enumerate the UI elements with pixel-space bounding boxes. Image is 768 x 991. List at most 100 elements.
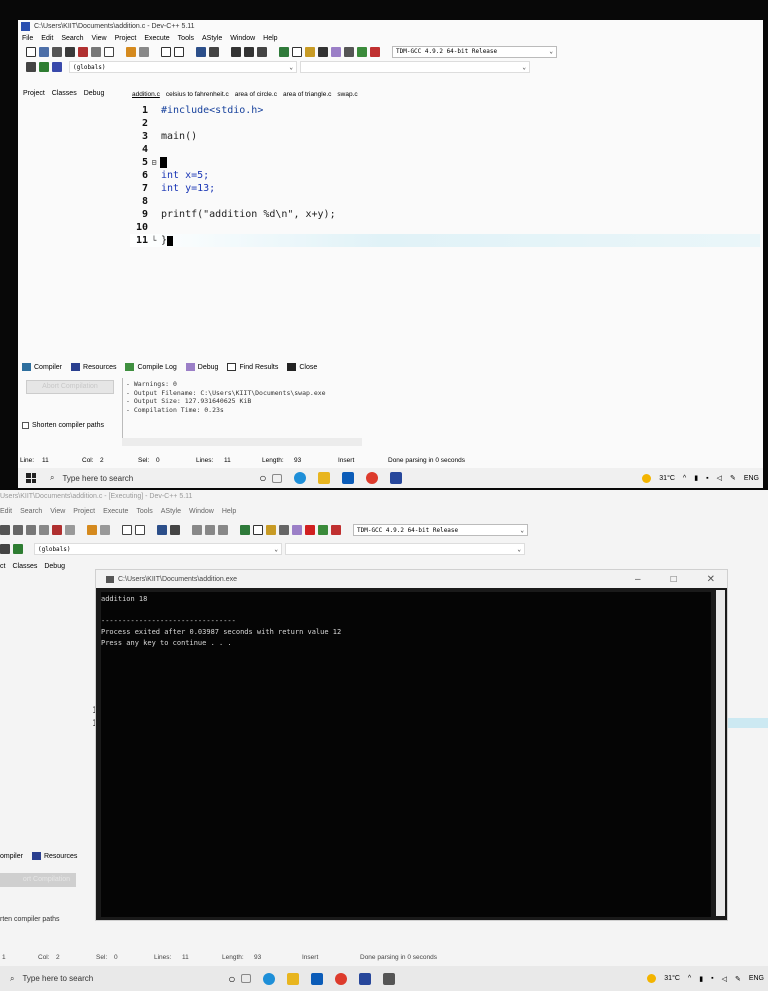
code-line[interactable]: 7 int y=13; — [130, 182, 760, 195]
maximize-icon[interactable]: □ — [671, 574, 677, 585]
new-class-icon[interactable] — [257, 46, 267, 57]
tab-debug[interactable]: Debug — [44, 563, 65, 570]
stop-execution-icon[interactable] — [305, 525, 315, 535]
tab-resources[interactable]: Resources — [44, 853, 77, 860]
toggle-bookmark-icon[interactable] — [170, 525, 180, 535]
print-icon[interactable] — [65, 525, 75, 535]
log-horizontal-scrollbar[interactable] — [122, 438, 362, 446]
compile-run-icon[interactable] — [305, 46, 315, 57]
save-all-icon[interactable] — [26, 525, 36, 535]
unindent-icon[interactable] — [205, 525, 215, 535]
profile-chart-icon[interactable] — [357, 46, 367, 57]
menu-view[interactable]: View — [50, 508, 65, 515]
open-file-icon[interactable] — [39, 46, 49, 57]
redo-icon[interactable] — [100, 525, 110, 535]
console-taskbar-icon[interactable] — [383, 972, 396, 985]
goto-line-icon[interactable] — [196, 46, 206, 57]
scope-select[interactable]: (globals) ⌄ — [69, 61, 297, 73]
stop-execution-icon[interactable] — [344, 46, 354, 57]
menu-project[interactable]: Project — [73, 508, 95, 515]
console-scrollbar[interactable] — [716, 590, 725, 916]
close-all-icon[interactable] — [91, 46, 101, 57]
devcpp-taskbar-icon[interactable] — [390, 472, 403, 484]
weather-temp[interactable]: 31°C — [659, 475, 675, 482]
code-line[interactable]: 10 — [130, 221, 760, 234]
close-file-icon[interactable] — [78, 46, 88, 57]
run-icon[interactable] — [253, 525, 263, 535]
file-tab-celsius[interactable]: celsius to fahrenheit.c — [166, 91, 229, 98]
file-tab-area-circle[interactable]: area of circle.c — [235, 91, 277, 98]
tab-debug[interactable]: Debug — [84, 90, 105, 97]
undo-icon[interactable] — [126, 46, 136, 57]
save-icon[interactable] — [52, 46, 62, 57]
insert-icon[interactable] — [0, 544, 10, 554]
code-line[interactable]: 2 — [130, 117, 760, 130]
toggle-icon[interactable] — [39, 62, 49, 72]
compiler-select[interactable]: TDM-GCC 4.9.2 64-bit Release ⌄ — [392, 45, 557, 58]
code-line[interactable]: 1 #include<stdio.h> — [130, 104, 760, 117]
file-tab-swap[interactable]: swap.c — [337, 91, 357, 98]
shorten-paths-option[interactable]: Shorten compiler paths — [22, 422, 104, 429]
print-icon[interactable] — [104, 46, 114, 57]
code-line[interactable]: 3 main() — [130, 130, 760, 143]
menu-execute[interactable]: Execute — [144, 35, 169, 42]
tab-debug-bottom[interactable]: Debug — [185, 363, 218, 371]
language-indicator[interactable]: ENG — [749, 975, 764, 982]
close-icon[interactable]: ✕ — [707, 574, 715, 585]
find-icon[interactable] — [161, 46, 171, 57]
rebuild-icon[interactable] — [318, 46, 328, 57]
menu-help[interactable]: Help — [263, 35, 277, 42]
menu-edit[interactable]: Edit — [0, 508, 12, 515]
syntax-check-icon[interactable] — [331, 46, 341, 57]
undo-icon[interactable] — [87, 525, 97, 535]
unindent-icon[interactable] — [244, 46, 254, 57]
tab-classes[interactable]: Classes — [52, 90, 77, 97]
tab-project[interactable]: ct — [0, 563, 5, 570]
menu-search[interactable]: Search — [20, 508, 42, 515]
profile-chart-icon[interactable] — [318, 525, 328, 535]
new-file-icon[interactable] — [26, 46, 36, 57]
fold-toggle-icon[interactable]: ⊟ — [148, 158, 160, 167]
replace-icon[interactable] — [174, 46, 184, 57]
save-icon[interactable] — [13, 525, 23, 535]
menu-window[interactable]: Window — [230, 35, 255, 42]
chrome-icon[interactable] — [366, 472, 379, 484]
file-tab-addition[interactable]: addition.c — [132, 91, 160, 98]
network-icon[interactable]: ▪ — [711, 975, 713, 982]
network-icon[interactable]: ▪ — [706, 475, 708, 482]
abort-compilation-button[interactable]: ort Compilation — [0, 873, 76, 887]
menu-view[interactable]: View — [92, 35, 107, 42]
insert-icon[interactable] — [26, 62, 36, 72]
volume-icon[interactable]: ◁ — [722, 975, 727, 983]
run-icon[interactable] — [292, 46, 302, 57]
menu-execute[interactable]: Execute — [103, 508, 128, 515]
chevron-up-icon[interactable]: ^ — [688, 975, 691, 982]
console-window[interactable]: C:\Users\KIIT\Documents\addition.exe – □… — [95, 569, 728, 921]
menu-tools[interactable]: Tools — [136, 508, 152, 515]
save-all-icon[interactable] — [65, 46, 75, 57]
code-line[interactable]: 5 ⊟{ — [130, 156, 760, 169]
cortana-circle-icon[interactable]: ○ — [228, 972, 235, 986]
abort-compilation-button[interactable]: Abort Compilation — [26, 380, 114, 394]
taskbar-search[interactable]: ⌕ Type here to search — [10, 974, 93, 984]
windows-start-icon[interactable] — [26, 473, 36, 483]
file-explorer-icon[interactable] — [287, 972, 300, 985]
rebuild-icon[interactable] — [279, 525, 289, 535]
battery-icon[interactable]: ▮ — [699, 975, 703, 983]
goto-icon[interactable] — [52, 62, 62, 72]
edge-browser-icon[interactable] — [263, 972, 276, 985]
code-line[interactable]: 6 int x=5; — [130, 169, 760, 182]
tab-find-results[interactable]: Find Results — [227, 363, 278, 371]
code-editor[interactable]: 1 #include<stdio.h> 2 3 main() 4 5 ⊟{ 6 int … — [130, 104, 760, 354]
redo-icon[interactable] — [139, 46, 149, 57]
devcpp-taskbar-icon[interactable] — [359, 972, 372, 985]
replace-icon[interactable] — [135, 525, 145, 535]
toggle-bookmark-icon[interactable] — [209, 46, 219, 57]
tab-resources[interactable]: Resources — [71, 363, 116, 371]
menu-tools[interactable]: Tools — [178, 35, 194, 42]
delete-profile-icon[interactable] — [370, 46, 380, 57]
compiler-select[interactable]: TDM-GCC 4.9.2 64-bit Release ⌄ — [353, 524, 528, 536]
compile-icon[interactable] — [279, 46, 289, 57]
indent-icon[interactable] — [231, 46, 241, 57]
menu-search[interactable]: Search — [61, 35, 83, 42]
